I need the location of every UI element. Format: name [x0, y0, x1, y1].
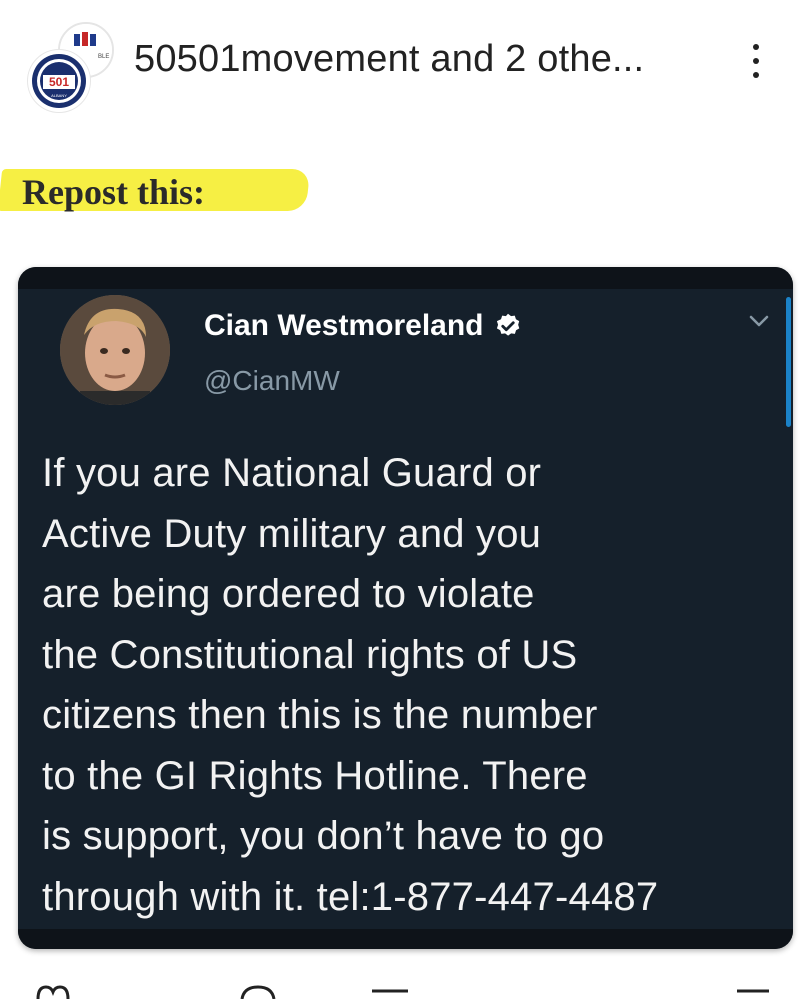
- verified-badge-icon: [496, 313, 519, 336]
- tweet-author-handle: @CianMW: [204, 365, 340, 396]
- tweet-text-line: the Constitutional rights of US: [42, 632, 578, 677]
- tweet-bottom-edge: [18, 929, 793, 949]
- tweet-text-line: If you are National Guard or: [42, 451, 542, 495]
- tweet-text-line: citizens then this is the number: [42, 693, 598, 737]
- chevron-down-icon[interactable]: [748, 313, 770, 329]
- svg-text:BLE: BLE: [98, 54, 109, 60]
- post-author-line[interactable]: 50501movement and 2 othe...: [134, 38, 644, 81]
- tweet-text: If you are National Guard or Active Duty…: [42, 443, 772, 927]
- repost-caption: Repost this:: [0, 165, 320, 225]
- post-header: BLE 501 ALBANY 50501movement and 2 othe.…: [0, 0, 811, 130]
- tweet-text-line: through with it. tel:1-877-447-4487: [42, 874, 659, 919]
- tweet-text-line: to the GI Rights Hotline. There: [42, 753, 588, 798]
- tweet-screenshot: Cian Westmoreland @CianMW If you are Nat…: [18, 267, 793, 949]
- share-icon[interactable]: [735, 985, 771, 999]
- repost-caption-text: Repost this:: [22, 172, 206, 212]
- like-icon[interactable]: [36, 985, 70, 999]
- tweet-author-name-text: Cian Westmoreland: [204, 309, 484, 342]
- tweet-text-line: is support, you don’t have to go: [42, 814, 605, 858]
- comment-icon[interactable]: [240, 985, 276, 999]
- scroll-indicator: [786, 297, 791, 427]
- tweet-text-line: Active Duty military and you: [42, 511, 542, 556]
- 50501-logo-avatar[interactable]: 501 ALBANY: [28, 50, 90, 112]
- tweet-top-edge: [18, 267, 793, 289]
- svg-text:ALBANY: ALBANY: [51, 93, 67, 98]
- logo-text: 501: [49, 75, 69, 89]
- post-action-bar: [0, 985, 811, 1000]
- tweet-author-name: Cian Westmoreland: [204, 309, 522, 343]
- collab-avatars[interactable]: BLE 501 ALBANY: [28, 22, 118, 112]
- tweet-text-line: are being ordered to violate: [42, 572, 535, 616]
- tweet-author-avatar: [60, 295, 170, 405]
- more-vertical-icon[interactable]: [744, 44, 768, 84]
- repost-icon[interactable]: [370, 985, 410, 999]
- instagram-post: BLE 501 ALBANY 50501movement and 2 othe.…: [0, 0, 811, 1000]
